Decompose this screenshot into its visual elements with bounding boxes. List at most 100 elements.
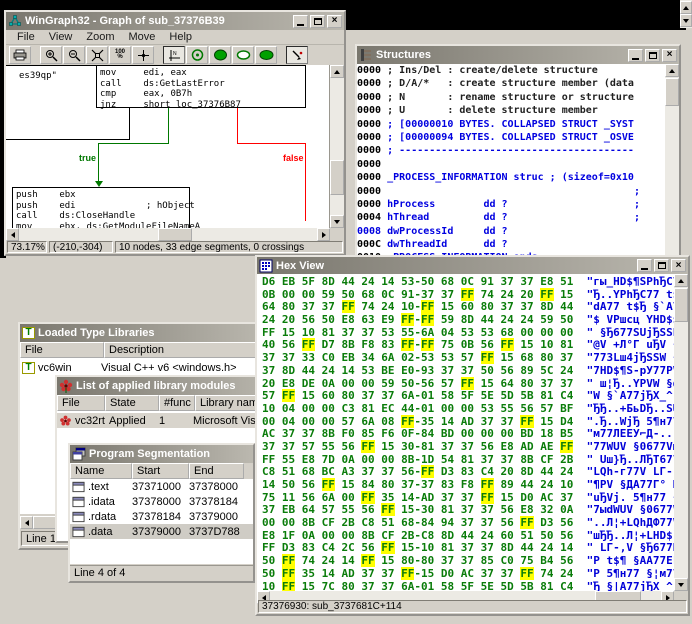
segment-start: 37378000 (132, 496, 189, 508)
structures-line[interactable]: 0000 ; [00000094 BYTES. COLLAPSED STRUCT… (357, 131, 679, 144)
ascii-column: "м77ЛЕЕУ⌐Д-...- (573, 427, 686, 440)
segments-icon (72, 447, 86, 461)
graph-ellipse-filled-button[interactable] (255, 46, 277, 64)
zoom-fit-button[interactable] (86, 46, 108, 64)
graph-blob-button[interactable] (209, 46, 231, 64)
maximize-button[interactable] (645, 49, 660, 62)
typelibs-titlebar[interactable]: T Loaded Type Libraries (20, 324, 266, 342)
structures-line[interactable]: 0008 dwProcessId dd ? (357, 225, 679, 238)
graph-circle-button[interactable] (186, 46, 208, 64)
graph-node-close[interactable]: push ebx push edi ; hObject call ds:Clos… (12, 187, 190, 228)
scroll-up-button[interactable] (665, 64, 679, 77)
graph-canvas[interactable]: es39qp" mov edi, eax call ds:GetLastErro… (6, 65, 330, 228)
structures-listing[interactable]: 0000 ; Ins/Del : create/delete structure… (357, 64, 679, 260)
scrollbar-thumb[interactable] (674, 288, 688, 322)
pointer-icon (291, 49, 304, 62)
close-button[interactable]: × (327, 15, 342, 28)
menu-view[interactable]: View (42, 31, 80, 43)
print-button[interactable] (9, 46, 31, 64)
segment-row[interactable]: .data373790003737D788 (70, 524, 253, 539)
graph-layout-button[interactable]: N (163, 46, 185, 64)
structures-line[interactable]: 000C dwThreadId dd ? (357, 238, 679, 251)
graph-ellipse-button[interactable] (232, 46, 254, 64)
scrollbar-thumb[interactable] (158, 228, 192, 241)
structures-line[interactable]: 0000 ; [00000010 BYTES. COLLAPSED STRUCT… (357, 118, 679, 131)
background-vscrollbar[interactable] (680, 0, 692, 28)
hex-row[interactable]: 10 FF 15 7C 80 37 37 6A-01 58 5F 5E 5D 5… (262, 581, 688, 592)
minimize-button[interactable] (637, 259, 652, 272)
menu-zoom[interactable]: Zoom (79, 31, 121, 43)
pointer-tool-button[interactable] (286, 46, 308, 64)
window-title: Program Segmentation (89, 448, 251, 460)
ascii-column: "dА77 t$Ђ §`А77 (573, 300, 686, 313)
structures-line[interactable]: 0000 ; N : rename structure or structure (357, 91, 679, 104)
zoom-100-button[interactable]: 100% (109, 46, 131, 64)
scroll-up-button[interactable] (680, 1, 692, 14)
scroll-right-button[interactable] (317, 228, 330, 241)
scroll-up-button[interactable] (674, 274, 688, 287)
typelib-file: vc6win (38, 362, 101, 374)
ascii-column: "..Л¦+LQhДФ77V (573, 516, 679, 529)
structures-titlebar[interactable]: Structures × (357, 46, 679, 64)
scroll-left-button[interactable] (6, 228, 19, 241)
close-button[interactable]: × (671, 259, 686, 272)
structures-line[interactable]: 0000 (357, 158, 679, 171)
scrollbar-thumb[interactable] (330, 160, 344, 195)
hexview-titlebar[interactable]: Hex View × (257, 257, 688, 274)
segment-row[interactable]: .text3737100037378000 (70, 479, 253, 494)
maximize-button[interactable] (310, 15, 325, 28)
wingraph-titlebar[interactable]: WinGraph32 - Graph of sub_37376B39 × (6, 12, 344, 30)
segment-row[interactable]: .rdata3737818437379000 (70, 509, 253, 524)
close-button[interactable]: × (662, 49, 677, 62)
column-header-state[interactable]: State (105, 395, 159, 411)
module-row[interactable]: vc32rtfApplied1Microsoft Visual (57, 413, 278, 428)
column-header-end[interactable]: End (189, 463, 244, 479)
column-header-description[interactable]: Description (104, 342, 266, 358)
desktop: { "colors": { "hex_green":"#0A7C0A", "as… (0, 0, 692, 624)
center-button[interactable] (132, 46, 154, 64)
structures-line[interactable]: 0000 hProcess dd ? ; (357, 198, 679, 211)
segment-row[interactable]: .idata3737800037378184 (70, 494, 253, 509)
column-header--func[interactable]: #func (159, 395, 195, 411)
minimize-button[interactable] (293, 15, 308, 28)
close-icon: × (667, 50, 673, 60)
progseg-titlebar[interactable]: Program Segmentation (70, 445, 253, 463)
minimize-button[interactable] (628, 49, 643, 62)
address: 0000 (357, 186, 381, 197)
wingraph-hscrollbar[interactable] (6, 228, 330, 241)
hexview-vscrollbar[interactable] (674, 274, 688, 591)
hex-dump[interactable]: D6 EB 5F 8D 44 24 14 53-50 68 0C 91 37 3… (257, 274, 688, 591)
structures-line[interactable]: 0000 ; D/A/* : create structure member (… (357, 77, 679, 90)
scroll-up-button[interactable] (330, 65, 344, 78)
modules-titlebar[interactable]: List of applied library modules (57, 377, 278, 395)
scroll-down-button[interactable] (680, 14, 692, 27)
graph-node-cmp[interactable]: mov edi, eax call ds:GetLastError cmp ea… (96, 65, 306, 108)
structures-line[interactable]: 0004 hThread dd ? ; (357, 211, 679, 224)
menu-file[interactable]: File (10, 31, 42, 43)
menu-help[interactable]: Help (162, 31, 199, 43)
column-header-name[interactable]: Name (70, 463, 132, 479)
scroll-left-button[interactable] (20, 516, 33, 529)
ascii-column: "77WUV §0677Vшн (573, 440, 686, 453)
scroll-down-button[interactable] (674, 578, 688, 591)
structures-line[interactable]: 0000 ; (357, 185, 679, 198)
zoom-in-button[interactable] (40, 46, 62, 64)
scrollbar-thumb[interactable] (665, 78, 679, 106)
wingraph-vscrollbar[interactable] (330, 65, 344, 228)
structures-line[interactable]: 0000 _PROCESS_INFORMATION struc ; (sizeo… (357, 171, 679, 184)
column-header-file[interactable]: File (57, 395, 105, 411)
progseg-list[interactable]: .text3737100037378000.idata3737800037378… (70, 479, 253, 564)
flower-icon (59, 379, 73, 393)
column-header-start[interactable]: Start (132, 463, 189, 479)
structures-line[interactable]: 0000 ; Ins/Del : create/delete structure (357, 64, 679, 77)
typelib-row[interactable]: Tvc6winVisual C++ v6 <windows.h> (20, 360, 266, 375)
maximize-button[interactable] (654, 259, 669, 272)
structures-vscrollbar[interactable] (665, 64, 679, 260)
structures-line[interactable]: 0000 ; U : delete structure member (357, 104, 679, 117)
zoom-out-button[interactable] (63, 46, 85, 64)
menu-move[interactable]: Move (122, 31, 163, 43)
structures-line[interactable]: 0000 ; ---------------------------------… (357, 144, 679, 157)
arrow-up-icon (334, 70, 340, 74)
column-header-file[interactable]: File (20, 342, 104, 358)
scroll-down-button[interactable] (330, 215, 344, 228)
